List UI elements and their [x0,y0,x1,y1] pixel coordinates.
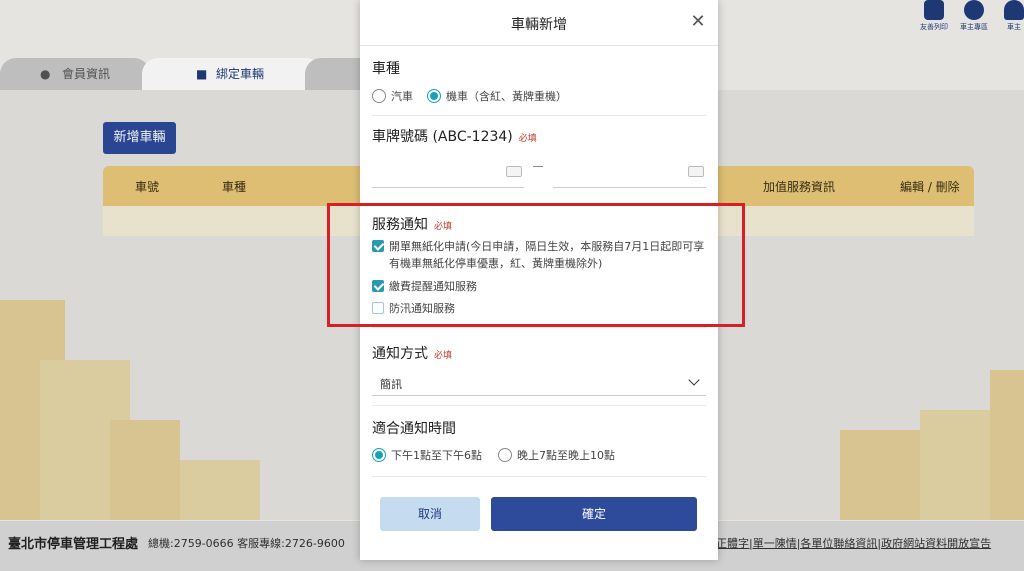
radio-circle [372,89,386,103]
radio-motorcycle[interactable]: 機車（含紅、黃牌重機） [427,88,567,104]
radio-evening[interactable]: 晚上7點至晚上10點 [498,447,615,463]
radio-afternoon-label: 下午1點至下午6點 [391,449,482,462]
close-icon[interactable]: ✕ [688,12,708,32]
service-notice-label-text: 服務通知 [372,217,428,233]
keyboard-icon [506,166,522,177]
notify-method-select[interactable]: 簡訊 [372,370,706,396]
divider [372,405,706,406]
checkbox-paperless[interactable]: 開單無紙化申請(今日申請，隔日生效，本服務自7月1日起即可享有機車無紙化停車優惠… [372,238,707,272]
checkbox-payment-reminder-label: 繳費提醒通知服務 [389,280,477,293]
checkbox-box [372,240,384,252]
vehicle-type-label: 車種 [372,61,400,77]
divider [372,327,706,328]
notify-method-label: 通知方式 必填 [372,343,452,363]
service-notice-label: 服務通知 必填 [372,214,452,234]
radio-circle [372,448,386,462]
radio-evening-label: 晚上7點至晚上10點 [517,449,615,462]
checkbox-flood-notice-label: 防汛通知服務 [389,302,455,315]
notify-time-label: 適合通知時間 [372,421,456,437]
divider [372,476,706,477]
modal-header: 車輛新增 ✕ [360,0,718,46]
required-badge: 必填 [518,134,537,144]
plate-part2-input[interactable] [553,158,706,188]
plate-label-text: 車牌號碼 (ABC-1234) [372,129,513,145]
notify-method-value: 簡訊 [380,378,402,391]
cancel-button[interactable]: 取消 [380,497,480,531]
radio-afternoon[interactable]: 下午1點至下午6點 [372,447,482,463]
plate-part1-input[interactable] [372,158,524,188]
radio-car-label: 汽車 [391,90,413,103]
plate-dash [533,166,543,167]
radio-circle [427,89,441,103]
required-badge: 必填 [434,351,453,361]
chevron-down-icon [688,374,700,386]
radio-motorcycle-label: 機車（含紅、黃牌重機） [446,90,567,103]
checkbox-flood-notice[interactable]: 防汛通知服務 [372,300,455,317]
divider [372,115,706,116]
checkbox-paperless-label: 開單無紙化申請(今日申請，隔日生效，本服務自7月1日起即可享有機車無紙化停車優惠… [389,240,705,270]
modal-title: 車輛新增 [511,17,567,33]
notify-method-label-text: 通知方式 [372,346,428,362]
checkbox-box [372,280,384,292]
add-vehicle-modal: 車輛新增 ✕ 車種 汽車 機車（含紅、黃牌重機） 車牌號碼 (ABC-1234)… [360,0,718,560]
plate-label: 車牌號碼 (ABC-1234) 必填 [372,126,537,146]
radio-car[interactable]: 汽車 [372,88,413,104]
keyboard-icon [688,166,704,177]
checkbox-box [372,302,384,314]
checkbox-payment-reminder[interactable]: 繳費提醒通知服務 [372,278,477,295]
confirm-button[interactable]: 確定 [491,497,697,531]
required-badge: 必填 [434,222,453,232]
radio-circle [498,448,512,462]
